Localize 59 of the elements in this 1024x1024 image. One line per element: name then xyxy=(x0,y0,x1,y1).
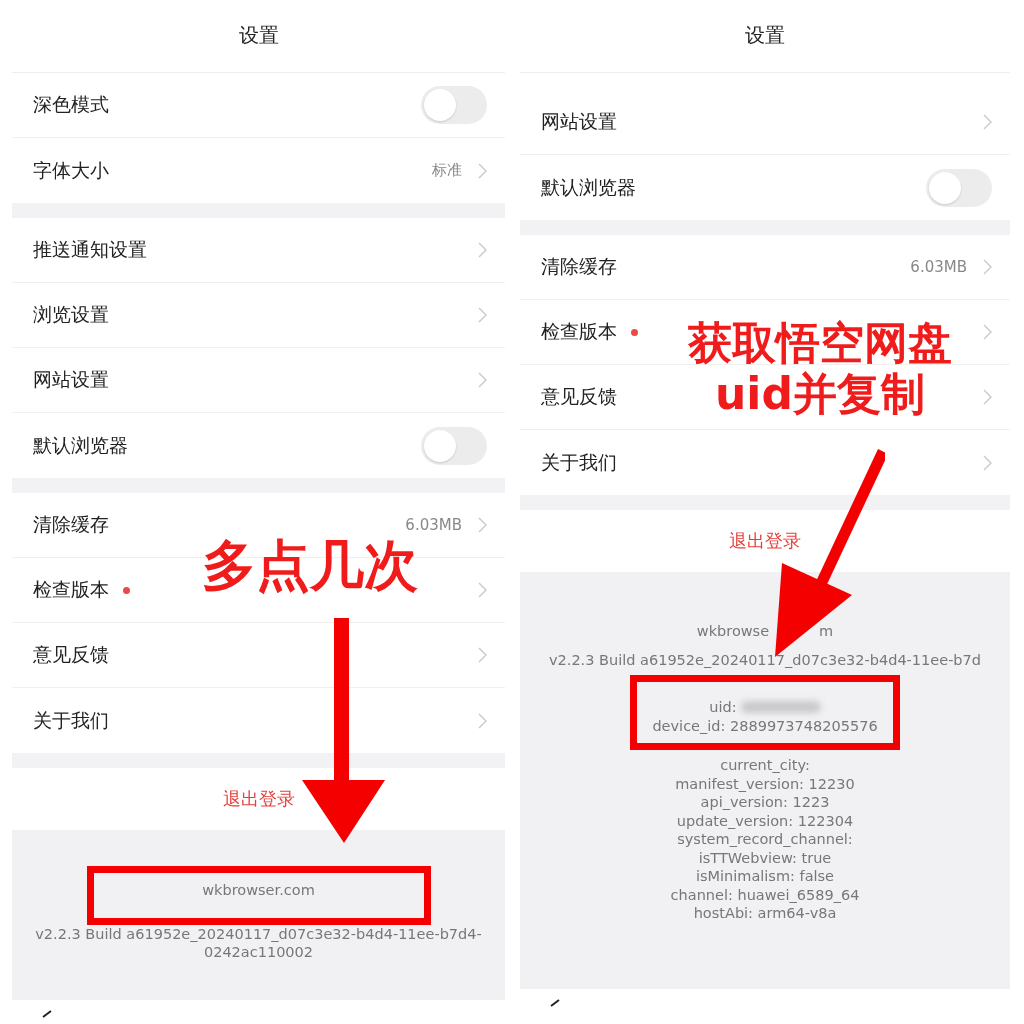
info-text: v2.2.3 Build a61952e_20240117_d07c3e32-b4d4-11ee-b7d4-0242ac110002 xyxy=(34,924,483,962)
chevron-icon xyxy=(478,582,487,598)
setting-value: 标准 xyxy=(432,161,462,180)
chevron-icon xyxy=(983,389,992,405)
back-icon[interactable] xyxy=(550,999,560,1007)
setting-label[interactable]: 检查版本 xyxy=(33,577,109,603)
page-title: 设置 xyxy=(745,21,785,49)
setting-label[interactable]: 默认浏览器 xyxy=(541,174,636,201)
setting-label[interactable]: 意见反馈 xyxy=(541,384,617,410)
logout-link[interactable]: 退出登录 xyxy=(729,529,801,553)
setting-label[interactable]: 关于我们 xyxy=(33,707,109,734)
info-text: api_version: 1223 xyxy=(699,793,831,812)
info-text: uid: xyxy=(709,698,737,717)
annotation-text: 多点几次 xyxy=(202,535,418,598)
page-title: 设置 xyxy=(238,21,279,49)
annotation-text: 获取悟空网盘 uid并复制 xyxy=(688,318,952,420)
chevron-icon xyxy=(983,324,992,340)
setting-label[interactable]: 网站设置 xyxy=(33,367,109,393)
setting-label[interactable]: 检查版本 xyxy=(541,319,617,345)
info-text: current_city: xyxy=(719,756,811,775)
setting-label[interactable]: 网站设置 xyxy=(541,109,617,135)
info-text: wkbrowser.com xyxy=(201,881,316,900)
chevron-icon xyxy=(478,712,487,729)
setting-label[interactable]: 字体大小 xyxy=(33,157,109,184)
chevron-icon xyxy=(478,307,487,323)
setting-label[interactable]: 清除缓存 xyxy=(33,512,109,538)
info-text: wkbrowse xyxy=(696,622,770,641)
toggle-switch[interactable] xyxy=(421,426,487,465)
info-text: channel: huawei_6589_64 xyxy=(669,885,861,904)
setting-label[interactable]: 意见反馈 xyxy=(33,642,109,668)
setting-label[interactable]: 默认浏览器 xyxy=(33,432,128,459)
info-text: m xyxy=(819,622,834,641)
setting-value: 6.03MB xyxy=(405,516,462,534)
setting-label[interactable]: 关于我们 xyxy=(541,449,617,476)
toggle-switch[interactable] xyxy=(421,86,487,124)
chevron-icon xyxy=(478,517,487,533)
info-text: device_id: 2889973748205576 xyxy=(652,716,878,735)
info-text: isTTWebview: true xyxy=(697,848,833,867)
chevron-icon xyxy=(478,647,487,663)
chevron-icon xyxy=(478,242,487,258)
toggle-switch[interactable] xyxy=(926,168,992,207)
setting-value: 6.03MB xyxy=(910,258,967,276)
info-text: v2.2.3 Build a61952e_20240117_d07c3e32-b4d4-11ee-b7d xyxy=(547,650,982,669)
info-text: update_version: 122304 xyxy=(675,811,855,830)
info-text: system_record_channel: xyxy=(676,830,854,849)
setting-label[interactable]: 清除缓存 xyxy=(541,254,617,280)
info-text: isMinimalism: false xyxy=(694,867,836,886)
logout-link[interactable]: 退出登录 xyxy=(222,787,295,811)
info-text: hostAbi: arm64-v8a xyxy=(692,904,838,923)
setting-label[interactable]: 深色模式 xyxy=(33,92,109,118)
setting-label[interactable]: 浏览设置 xyxy=(33,302,109,328)
chevron-icon xyxy=(983,259,992,275)
chevron-icon xyxy=(478,372,487,388)
chevron-icon xyxy=(983,114,992,130)
chevron-icon xyxy=(983,454,992,471)
back-icon[interactable] xyxy=(42,1010,52,1018)
info-text: manifest_version: 12230 xyxy=(674,774,856,793)
chevron-icon xyxy=(478,162,487,179)
setting-label[interactable]: 推送通知设置 xyxy=(33,237,147,263)
